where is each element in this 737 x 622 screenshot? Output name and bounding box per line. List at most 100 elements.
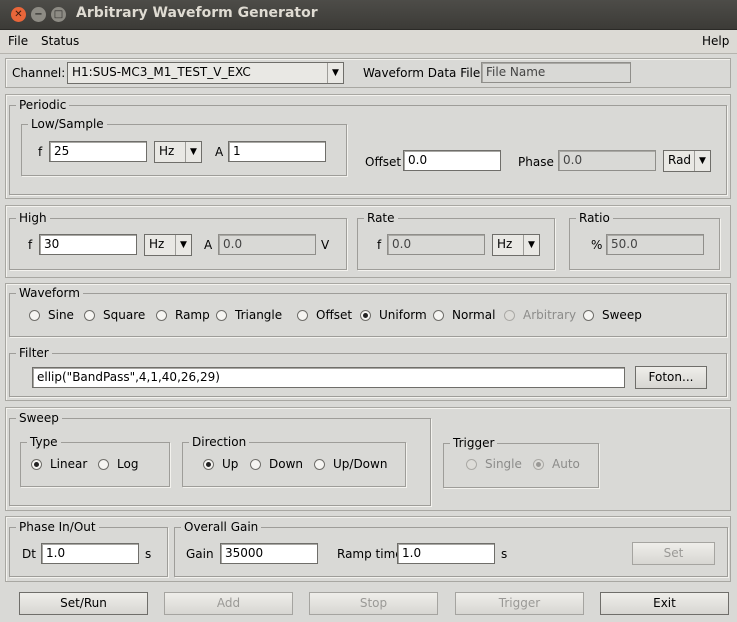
- high-unit-value: Hz: [149, 237, 165, 251]
- offset-label: Offset: [316, 308, 353, 322]
- rate-f-label: f: [377, 238, 382, 252]
- trigger-button[interactable]: Trigger: [455, 592, 584, 615]
- up-label: Up: [222, 457, 239, 471]
- sweep-trigger-panel: Sweep Type Linear Log Direction Up Down …: [5, 407, 731, 511]
- updown-radio[interactable]: [314, 459, 325, 470]
- foton-button[interactable]: Foton...: [635, 366, 707, 389]
- uniform-label: Uniform: [379, 308, 427, 322]
- dt-input[interactable]: 1.0: [41, 543, 139, 564]
- channel-value: H1:SUS-MC3_M1_TEST_V_EXC: [72, 65, 251, 79]
- trigger-group: Trigger Single Auto: [443, 436, 599, 488]
- filter-input[interactable]: ellip("BandPass",4,1,40,26,29): [32, 367, 625, 388]
- single-label: Single: [485, 457, 522, 471]
- phase-input[interactable]: 0.0: [558, 150, 656, 171]
- normal-label: Normal: [452, 308, 496, 322]
- waveform-group: Waveform Sine Square Ramp Triangle Offset Uni…: [9, 286, 727, 337]
- triangle-radio[interactable]: [216, 310, 227, 321]
- gain-label: Gain: [186, 547, 214, 561]
- minimize-icon[interactable]: −: [31, 7, 46, 22]
- exit-button[interactable]: Exit: [600, 592, 729, 615]
- channel-label: Channel:: [12, 66, 66, 80]
- high-f-label: f: [28, 238, 33, 252]
- sweep-group: Sweep Type Linear Log Direction Up Down …: [9, 411, 431, 506]
- periodic-group: Periodic Low/Sample f 25 Hz ▼ A 1 Offset…: [9, 98, 727, 195]
- overall-gain-group: Overall Gain Gain 35000 Ramp time 1.0 s …: [174, 520, 728, 577]
- ramp-time-input[interactable]: 1.0: [397, 543, 495, 564]
- chevron-down-icon: ▼: [185, 142, 201, 162]
- rate-unit-value: Hz: [497, 237, 513, 251]
- arbitrary-label: Arbitrary: [523, 308, 577, 322]
- high-frequency-input[interactable]: 30: [39, 234, 137, 255]
- down-radio[interactable]: [250, 459, 261, 470]
- low-a-label: A: [215, 145, 224, 159]
- square-label: Square: [103, 308, 146, 322]
- waveform-title: Waveform: [16, 286, 83, 300]
- normal-radio[interactable]: [433, 310, 444, 321]
- up-radio[interactable]: [203, 459, 214, 470]
- triangle-label: Triangle: [235, 308, 283, 322]
- gain-panel: Phase In/Out Dt 1.0 s Overall Gain Gain …: [5, 516, 731, 582]
- channel-panel: Channel: H1:SUS-MC3_M1_TEST_V_EXC ▼ Wave…: [5, 58, 731, 88]
- set-button[interactable]: Set: [632, 542, 715, 565]
- set-run-button[interactable]: Set/Run: [19, 592, 148, 615]
- log-radio[interactable]: [98, 459, 109, 470]
- low-sample-title: Low/Sample: [28, 117, 107, 131]
- arbitrary-radio[interactable]: [504, 310, 515, 321]
- rate-group: Rate f 0.0 Hz ▼: [357, 211, 555, 270]
- sweep-label: Sweep: [602, 308, 642, 322]
- low-f-label: f: [38, 145, 43, 159]
- gain-input[interactable]: 35000: [220, 543, 318, 564]
- low-amplitude-input[interactable]: 1: [228, 141, 326, 162]
- close-icon[interactable]: ✕: [11, 7, 26, 22]
- rate-unit-select[interactable]: Hz ▼: [492, 234, 540, 256]
- ramp-time-label: Ramp time: [337, 547, 403, 561]
- menu-status[interactable]: Status: [41, 34, 79, 48]
- high-unit-select[interactable]: Hz ▼: [144, 234, 192, 256]
- rate-frequency-input[interactable]: 0.0: [387, 234, 485, 255]
- ratio-percent-label: %: [591, 238, 603, 252]
- ramp-radio[interactable]: [156, 310, 167, 321]
- linear-radio[interactable]: [31, 459, 42, 470]
- square-radio[interactable]: [84, 310, 95, 321]
- sweep-type-title: Type: [27, 435, 61, 449]
- ramp-label: Ramp: [175, 308, 210, 322]
- sweep-direction-title: Direction: [189, 435, 250, 449]
- uniform-radio[interactable]: [360, 310, 371, 321]
- waveform-filter-panel: Waveform Sine Square Ramp Triangle Offset Uni…: [5, 283, 731, 401]
- chevron-down-icon: ▼: [175, 235, 191, 255]
- add-button[interactable]: Add: [164, 592, 293, 615]
- phase-unit-select[interactable]: Rad ▼: [663, 150, 711, 172]
- offset-input[interactable]: 0.0: [403, 150, 501, 171]
- low-sample-group: Low/Sample f 25 Hz ▼ A 1: [21, 117, 347, 176]
- maximize-icon[interactable]: □: [51, 7, 66, 22]
- offset-radio[interactable]: [297, 310, 308, 321]
- low-frequency-input[interactable]: 25: [49, 141, 147, 162]
- phase-inout-title: Phase In/Out: [16, 520, 99, 534]
- log-label: Log: [117, 457, 139, 471]
- channel-select[interactable]: H1:SUS-MC3_M1_TEST_V_EXC ▼: [67, 62, 344, 84]
- rate-title: Rate: [364, 211, 398, 225]
- high-group: High f 30 Hz ▼ A 0.0 V: [9, 211, 347, 270]
- sine-radio[interactable]: [29, 310, 40, 321]
- overall-gain-title: Overall Gain: [181, 520, 262, 534]
- stop-button[interactable]: Stop: [309, 592, 438, 615]
- menu-bar: File Status Help: [0, 30, 737, 54]
- auto-radio[interactable]: [533, 459, 544, 470]
- sweep-direction-group: Direction Up Down Up/Down: [182, 435, 406, 487]
- high-a-label: A: [204, 238, 213, 252]
- menu-help[interactable]: Help: [702, 34, 729, 48]
- menu-file[interactable]: File: [8, 34, 28, 48]
- sweep-radio[interactable]: [583, 310, 594, 321]
- data-file-field[interactable]: File Name: [481, 62, 631, 83]
- chevron-down-icon: ▼: [523, 235, 539, 255]
- high-amplitude-input[interactable]: 0.0: [218, 234, 316, 255]
- low-unit-select[interactable]: Hz ▼: [154, 141, 202, 163]
- down-label: Down: [269, 457, 304, 471]
- sweep-type-group: Type Linear Log: [20, 435, 170, 487]
- high-title: High: [16, 211, 50, 225]
- ratio-input[interactable]: 50.0: [606, 234, 704, 255]
- auto-label: Auto: [552, 457, 580, 471]
- single-radio[interactable]: [466, 459, 477, 470]
- filter-group: Filter ellip("BandPass",4,1,40,26,29) Fo…: [9, 346, 727, 397]
- ratio-group: Ratio % 50.0: [569, 211, 720, 270]
